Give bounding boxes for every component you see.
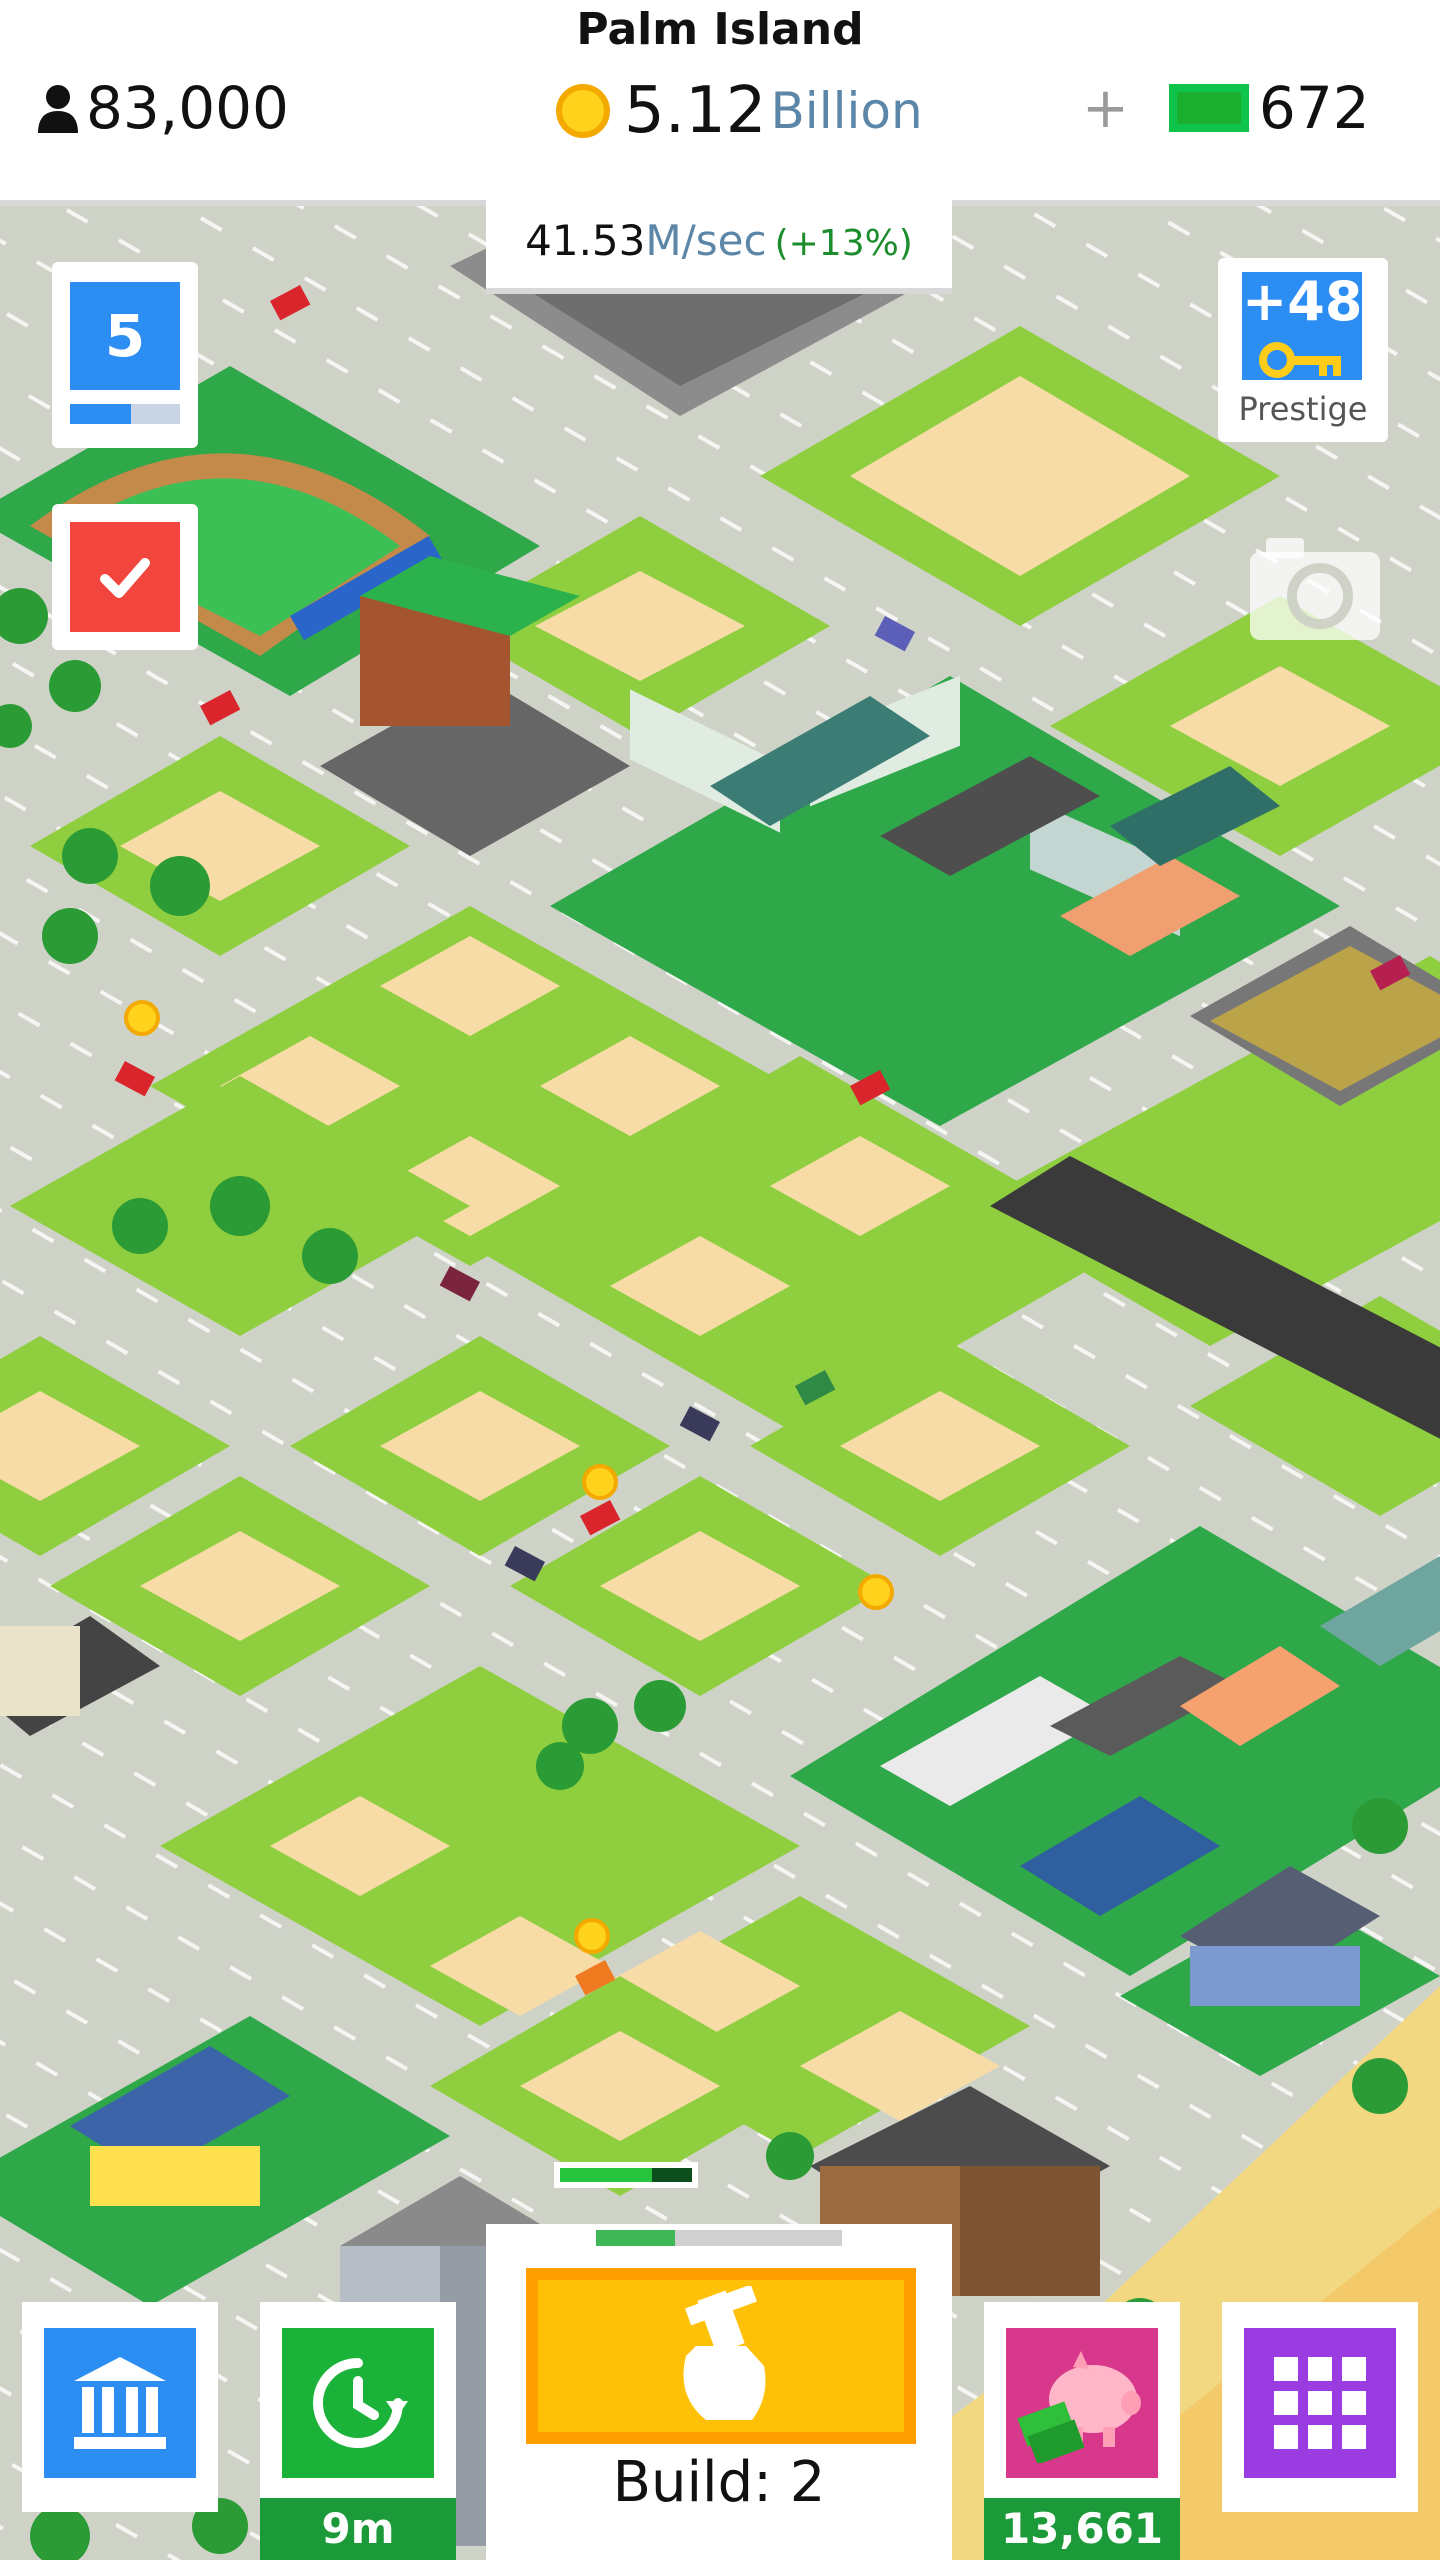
checkmark-icon — [100, 558, 150, 598]
top-status-bar: Palm Island 83,000 5.12 Billion + 672 — [0, 0, 1440, 206]
bank-button[interactable] — [22, 2302, 218, 2512]
population-value: 83,000 — [86, 74, 289, 142]
build-top-bar — [596, 2230, 842, 2246]
piggy-bank-value: 13,661 — [984, 2498, 1180, 2560]
level-number: 5 — [70, 282, 180, 390]
cash-counter[interactable]: + 672 — [1082, 74, 1370, 142]
money-counter[interactable]: 5.12 Billion — [556, 74, 923, 148]
prestige-keys: +48 — [1242, 270, 1363, 333]
coin-icon — [556, 84, 610, 138]
level-button[interactable]: 5 — [52, 262, 198, 448]
build-progress-fill — [560, 2168, 653, 2182]
city-map[interactable] — [0, 206, 1440, 2560]
grid-icon — [1274, 2357, 1366, 2449]
time-warp-button[interactable] — [260, 2302, 456, 2512]
build-label: Build: 2 — [612, 2450, 826, 2515]
level-progress-fill — [70, 404, 131, 424]
time-warp-timer: 9m — [260, 2498, 456, 2560]
camera-button[interactable] — [1250, 530, 1380, 640]
cash-icon — [1168, 84, 1249, 132]
level-progress-bar — [70, 404, 180, 424]
camera-icon — [1250, 538, 1380, 640]
income-unit: M/sec — [645, 216, 767, 265]
piggy-bank-button[interactable] — [984, 2302, 1180, 2512]
buy-cash-button[interactable]: + — [1082, 76, 1129, 141]
menu-grid-button[interactable] — [1222, 2302, 1418, 2512]
income-bonus: (+13%) — [774, 223, 913, 264]
build-progress-bar — [554, 2162, 698, 2188]
money-value: 5.12 — [624, 74, 767, 148]
build-button[interactable]: Build: 2 — [486, 2224, 952, 2560]
hammer-hand-icon — [683, 2286, 766, 2420]
money-unit: Billion — [770, 82, 923, 140]
income-rate[interactable]: 41.53M/sec (+13%) — [486, 198, 952, 294]
key-icon — [1259, 342, 1341, 378]
prestige-badge: +48 — [1242, 272, 1362, 380]
cash-value: 672 — [1258, 74, 1370, 142]
person-icon — [38, 85, 78, 133]
tasks-button[interactable] — [52, 504, 198, 650]
prestige-label: Prestige — [1238, 390, 1368, 428]
income-value: 41.53 — [525, 216, 646, 265]
clock-icon — [313, 2358, 408, 2448]
bank-icon — [74, 2357, 166, 2449]
prestige-button[interactable]: +48 Prestige — [1218, 258, 1388, 442]
population-counter[interactable]: 83,000 — [36, 74, 289, 142]
island-name: Palm Island — [576, 4, 864, 55]
piggy-bank-icon — [1017, 2351, 1141, 2463]
